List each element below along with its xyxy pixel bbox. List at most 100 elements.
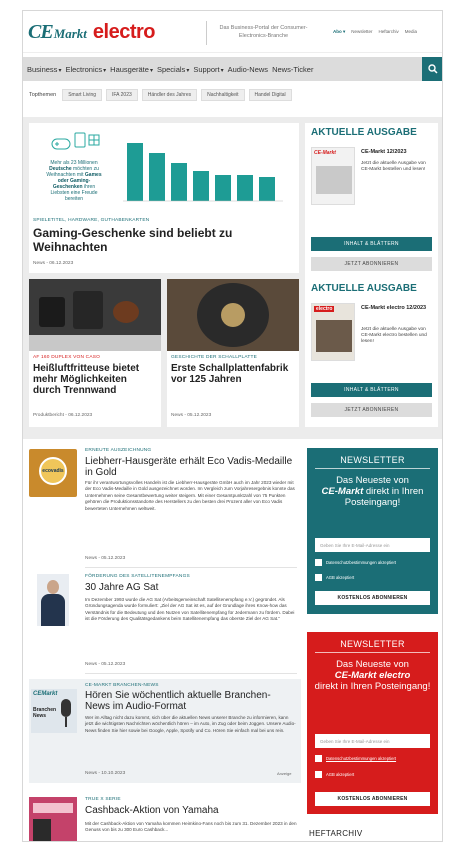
page-frame: CE Markt electro Das Business-Portal der…	[22, 10, 443, 842]
airfryer-image	[29, 279, 161, 351]
checkbox-box[interactable]	[315, 574, 322, 581]
newsletter-box-1: NEWSLETTER Das Neueste von CE-Markt dire…	[307, 448, 438, 614]
toplink-abo[interactable]: Abo ▾	[333, 29, 345, 35]
mid-article-1[interactable]: AF 160 DUPLEX VON CASO Heißluftfritteuse…	[29, 279, 161, 427]
cover-image	[316, 166, 352, 194]
topic-chip[interactable]: IFA 2023	[106, 89, 138, 101]
nav-item-support[interactable]: Support▾	[189, 65, 223, 74]
cover-logo: CE-Markt	[314, 150, 336, 156]
terms-checkbox[interactable]: AGB akzeptiert	[315, 771, 354, 778]
hero-category: SPIELETITEL, HARDWARE, GUTHABENKARTEN	[33, 218, 150, 223]
email-field[interactable]: Geben Sie Ihre E-Mail-Adresse ein	[315, 734, 430, 748]
toplink-media[interactable]: Media	[405, 29, 417, 35]
list-title[interactable]: Hören Sie wöchentlich aktuelle Branchen-…	[85, 690, 293, 712]
tagline: Das Business-Portal der Consumer-Electro…	[206, 21, 316, 45]
issue-desc: Jetzt die aktuelle Ausgabe von CE-Markt …	[361, 327, 427, 345]
intro-brand: CE-Markt	[321, 486, 364, 497]
search-button[interactable]	[422, 57, 442, 81]
list-body: Wer im Alltag nicht dazu kommt, sich übe…	[85, 715, 296, 733]
intro-text: Das Neueste von	[336, 659, 409, 670]
mid-meta: Produktbericht - 06.12.2023	[33, 413, 93, 418]
checkbox-label: AGB akzeptiert	[326, 772, 355, 777]
checkbox-box[interactable]	[315, 755, 322, 762]
topics-bar: Topthemen Smart Living IFA 2023 Händler …	[29, 89, 292, 101]
checkbox-box[interactable]	[315, 559, 322, 566]
toplink-newsletter[interactable]: Newsletter	[351, 29, 372, 35]
nav-item-electronics[interactable]: Electronics▾	[61, 65, 106, 74]
mid-title[interactable]: Erste Schallplattenfabrik vor 125 Jahren	[171, 363, 295, 385]
logo-ce: CE	[28, 21, 54, 43]
nav-item-audio-news[interactable]: Audio-News	[224, 65, 268, 74]
issue-heading: AKTUELLE AUSGABE	[311, 283, 417, 294]
divider	[85, 673, 297, 674]
issue-cover[interactable]: electro	[311, 303, 355, 361]
list-title[interactable]: Cashback-Aktion von Yamaha	[85, 805, 295, 817]
newsletter-heading: NEWSLETTER	[340, 639, 405, 649]
cover-image	[316, 320, 352, 352]
topic-chip[interactable]: Smart Living	[62, 89, 103, 101]
issue-box-1: AKTUELLE AUSGABE CE-Markt CE-Markt 12/20…	[305, 123, 438, 279]
privacy-checkbox[interactable]: Datenschutzbestimmungen akzeptiert	[315, 559, 396, 566]
hero-title[interactable]: Gaming-Geschenke sind beliebt zu Weihnac…	[33, 226, 273, 254]
nav-item-specials[interactable]: Specials▾	[153, 65, 189, 74]
mid-title[interactable]: Heißluftfritteuse bietet mehr Möglichkei…	[33, 363, 157, 396]
vinyl-image	[167, 279, 299, 351]
toplink-heftarchiv[interactable]: Heftarchiv	[379, 29, 399, 35]
checkbox-label: Datenschutzbestimmungen akzeptiert	[326, 560, 397, 565]
issue-box-2: AKTUELLE AUSGABE electro CE-Markt electr…	[305, 279, 438, 427]
issue-title[interactable]: CE-Markt electro 12/2023	[361, 305, 433, 312]
gamepad-icon	[51, 132, 100, 150]
nav-label: Business	[27, 64, 58, 74]
list-title[interactable]: Liebherr-Hausgeräte erhält Eco Vadis-Med…	[85, 456, 295, 478]
infographic-text: Mehr als 23 Millionen Deutsche möchten z…	[43, 160, 105, 202]
topic-chip[interactable]: Händler des Jahres	[141, 89, 198, 101]
hero-infographic[interactable]: Mehr als 23 Millionen Deutsche möchten z…	[29, 123, 299, 215]
nav-label: Support	[193, 64, 220, 74]
email-field[interactable]: Geben Sie Ihre E-Mail-Adresse ein	[315, 538, 430, 552]
site-logo[interactable]: CE Markt electro	[28, 21, 156, 43]
list-category: CE-MARKT BRANCHEN-NEWS	[85, 683, 159, 688]
thumb-text: CEMarkt	[33, 691, 58, 697]
nav-item-business[interactable]: Business▾	[23, 65, 61, 74]
nav-item-hausgeraete[interactable]: Hausgeräte▾	[106, 65, 153, 74]
terms-checkbox[interactable]: AGB akzeptiert	[315, 574, 354, 581]
issue-title[interactable]: CE-Markt 12/2023	[361, 149, 407, 155]
nav-label: Hausgeräte	[110, 64, 149, 74]
hero-caption[interactable]: SPIELETITEL, HARDWARE, GUTHABENKARTEN Ga…	[29, 215, 299, 273]
list-title[interactable]: 30 Jahre AG Sat	[85, 582, 295, 594]
list-meta: News - 05.12.2023	[85, 662, 126, 667]
newsletter-intro: Das Neueste von CE-Markt direkt in Ihren…	[307, 475, 438, 508]
newsletter-intro: Das Neueste von CE-Markt electro direkt …	[307, 659, 438, 692]
read-issue-button[interactable]: INHALT & BLÄTTERN	[311, 237, 432, 251]
ad-tag: Anzeige	[277, 771, 292, 776]
issue-cover[interactable]: CE-Markt	[311, 147, 355, 205]
hero-meta: News - 06.12.2023	[33, 261, 74, 266]
divider	[85, 567, 297, 568]
read-issue-button[interactable]: INHALT & BLÄTTERN	[311, 383, 432, 397]
logo-markt: Markt	[53, 26, 87, 41]
subscribe-issue-button[interactable]: JETZT ABONNIEREN	[311, 257, 432, 271]
portrait-thumb	[37, 574, 69, 626]
privacy-checkbox[interactable]: Datenschutzbestimmungen akzeptiert	[315, 755, 396, 762]
topic-chip[interactable]: Nachhaltigkeit	[201, 89, 245, 101]
mid-article-2[interactable]: GESCHICHTE DER SCHALLPLATTE Erste Schall…	[167, 279, 299, 427]
logo-electro: electro	[92, 21, 156, 43]
site-header: CE Markt electro Das Business-Portal der…	[23, 11, 442, 53]
list-body: Im Dezember 1993 wurde die AG Sat (Arbei…	[85, 597, 295, 622]
yamaha-thumb	[29, 797, 77, 841]
intro-text: Das Neueste von	[336, 475, 409, 486]
nav-label: Electronics	[65, 64, 103, 74]
ecovadis-thumb: ecovadis	[29, 449, 77, 497]
list-meta: News - 10.10.2023	[85, 771, 126, 776]
topic-chip[interactable]: Handel Digital	[248, 89, 292, 101]
subscribe-issue-button[interactable]: JETZT ABONNIEREN	[311, 403, 432, 417]
checkbox-box[interactable]	[315, 771, 322, 778]
subscribe-button[interactable]: KOSTENLOS ABONNIEREN	[315, 792, 430, 806]
subscribe-button[interactable]: KOSTENLOS ABONNIEREN	[315, 591, 430, 605]
issue-heading: AKTUELLE AUSGABE	[311, 127, 417, 138]
nav-item-news-ticker[interactable]: News-Ticker	[268, 65, 313, 74]
newsletter-heading: NEWSLETTER	[340, 455, 405, 465]
search-icon	[428, 64, 438, 74]
cover-logo: electro	[314, 306, 335, 312]
mid-category: GESCHICHTE DER SCHALLPLATTE	[171, 355, 258, 360]
